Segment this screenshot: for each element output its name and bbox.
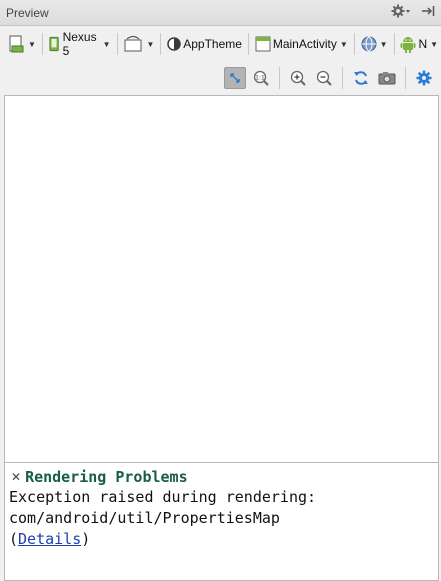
orientation-button[interactable]: ▼: [120, 31, 157, 57]
refresh-button[interactable]: [350, 67, 372, 89]
zoom-in-icon: [290, 70, 306, 86]
toolbar-divider: [160, 33, 162, 55]
close-paren: ): [81, 530, 91, 548]
zoom-in-button[interactable]: [287, 67, 309, 89]
activity-selector[interactable]: MainActivity ▼: [252, 31, 351, 57]
gear-menu-icon[interactable]: [391, 4, 411, 21]
toolbar-divider: [342, 67, 343, 89]
toolbar-divider: [393, 33, 395, 55]
rotate-screen-icon: [124, 35, 142, 52]
rendering-problems-panel: ✕ Rendering Problems Exception raised du…: [4, 462, 439, 581]
actual-size-icon: 1:1: [253, 70, 269, 86]
refresh-icon: [354, 71, 368, 85]
close-icon[interactable]: ✕: [11, 470, 21, 484]
api-level-label: N: [418, 37, 428, 51]
open-paren: (: [9, 530, 19, 548]
error-line-2: com/android/util/PropertiesMap: [9, 509, 280, 527]
details-line: (Details): [9, 529, 438, 550]
problems-heading: Rendering Problems: [25, 468, 188, 486]
options-button[interactable]: [413, 67, 435, 89]
toolbar-divider: [405, 67, 406, 89]
design-config-button[interactable]: ▼: [6, 31, 39, 57]
layout-file-icon: [9, 35, 24, 53]
zoom-to-fit-button[interactable]: [224, 67, 246, 89]
device-icon: [49, 36, 59, 52]
chevron-down-icon: ▼: [146, 39, 155, 49]
chevron-down-icon: ▼: [102, 39, 111, 49]
device-selector[interactable]: Nexus 5 ▼: [46, 30, 114, 58]
zoom-out-button[interactable]: [313, 67, 335, 89]
zoom-toolbar: 1:1: [0, 62, 441, 94]
error-line-1: Exception raised during rendering:: [9, 488, 317, 506]
details-link[interactable]: Details: [18, 530, 81, 548]
gear-icon: [416, 70, 432, 86]
hide-panel-icon[interactable]: [421, 4, 435, 21]
theme-label: AppTheme: [183, 37, 242, 51]
android-icon: [400, 37, 416, 53]
locale-selector[interactable]: ▼: [358, 31, 391, 57]
toolbar-divider: [247, 33, 249, 55]
globe-icon: [361, 36, 377, 52]
preview-canvas[interactable]: [4, 95, 439, 462]
chevron-down-icon: ▼: [339, 39, 348, 49]
zoom-out-icon: [316, 70, 332, 86]
toolbar-divider: [116, 33, 118, 55]
camera-icon: [378, 72, 396, 85]
screenshot-button[interactable]: [376, 67, 398, 89]
activity-label: MainActivity: [272, 37, 337, 51]
chevron-down-icon: ▼: [430, 39, 439, 49]
error-message: Exception raised during rendering: com/a…: [5, 487, 438, 550]
zoom-fit-icon: [230, 73, 240, 83]
svg-text:1:1: 1:1: [255, 75, 265, 82]
problems-header: ✕ Rendering Problems: [5, 463, 438, 486]
preview-toolbar: ▼ Nexus 5 ▼ ▼ AppTheme MainActivity ▼ ▼ …: [0, 27, 441, 61]
toolbar-divider: [353, 33, 355, 55]
chevron-down-icon: ▼: [28, 39, 36, 49]
api-level-selector[interactable]: N ▼: [397, 31, 441, 57]
title-bar: Preview: [0, 0, 441, 26]
toolbar-divider: [279, 67, 280, 89]
actual-size-button[interactable]: 1:1: [250, 67, 272, 89]
panel-title: Preview: [6, 6, 49, 20]
toolbar-divider: [41, 33, 43, 55]
device-label: Nexus 5: [62, 30, 97, 58]
theme-selector[interactable]: AppTheme: [164, 31, 245, 57]
activity-icon: [255, 36, 271, 52]
chevron-down-icon: ▼: [379, 39, 388, 49]
theme-icon: [167, 37, 181, 51]
